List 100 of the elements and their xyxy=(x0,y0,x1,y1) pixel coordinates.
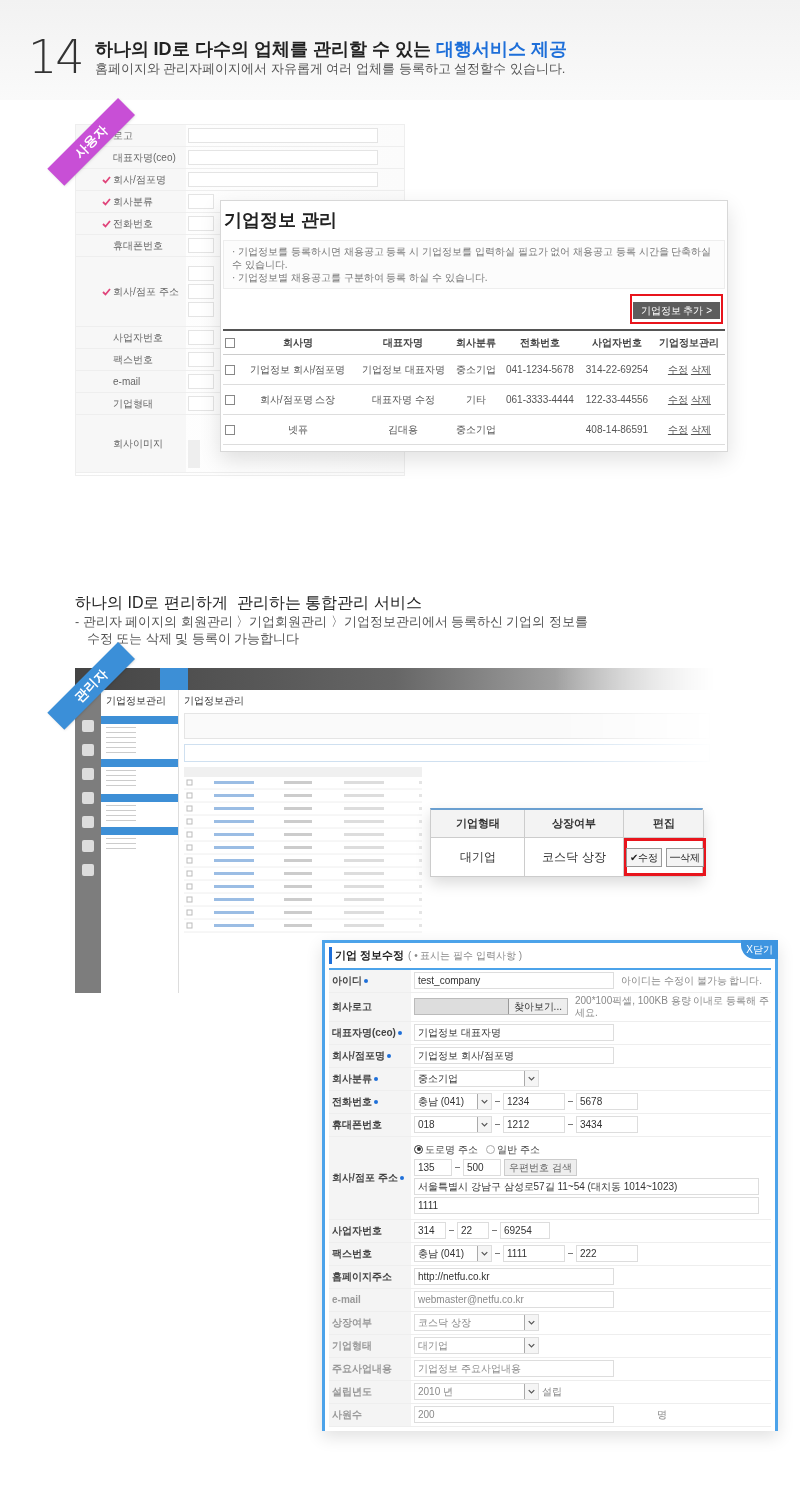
check-icon xyxy=(102,175,111,184)
menu-icon[interactable] xyxy=(82,864,94,876)
table-cell: 041-1234-5678 xyxy=(505,364,574,375)
select-field[interactable]: 2010 년 xyxy=(414,1383,539,1400)
checkbox[interactable] xyxy=(225,364,235,375)
table-cell: 회사/점포명 스장 xyxy=(259,394,336,405)
select-field[interactable]: 대기업 xyxy=(414,1337,539,1354)
form-label: 기업형태 xyxy=(332,1339,372,1353)
input-field[interactable]: 200 xyxy=(414,1406,614,1423)
input-field xyxy=(188,216,214,231)
input-field[interactable]: 5678 xyxy=(576,1093,638,1110)
input-field[interactable]: webmaster@netfu.co.kr xyxy=(414,1291,614,1308)
dash-icon xyxy=(495,1123,500,1126)
check-icon xyxy=(102,287,111,296)
checkbox[interactable] xyxy=(225,337,235,348)
menu-icon[interactable] xyxy=(82,816,94,828)
dash-icon xyxy=(492,1229,497,1232)
form-label: 회사/점포 주소 xyxy=(113,285,179,299)
radio-label[interactable]: 도로명 주소 xyxy=(425,1141,478,1157)
form-label: 전화번호 xyxy=(113,217,153,231)
input-field[interactable]: 1111 xyxy=(414,1196,759,1214)
dash-icon xyxy=(495,1100,500,1103)
table-cell: 김대용 xyxy=(388,424,419,435)
input-field xyxy=(188,396,214,411)
table-cell: 314-22-69254 xyxy=(585,364,649,375)
form-label: 아이디 xyxy=(332,974,362,988)
column-header: 사업자번호 xyxy=(591,337,642,348)
select-field[interactable]: 코스닥 상장 xyxy=(414,1314,539,1331)
edit-link[interactable]: 수정 xyxy=(667,424,688,435)
edit-link[interactable]: 수정 xyxy=(667,364,688,375)
section-number: 14 xyxy=(28,34,83,80)
input-field[interactable]: 기업정보 주요사업내용 xyxy=(414,1360,614,1377)
input-field[interactable]: 1234 xyxy=(503,1093,565,1110)
input-field[interactable]: http://netfu.co.kr xyxy=(414,1268,614,1285)
form-label: 대표자명(ceo) xyxy=(332,1026,396,1040)
form-label: 주요사업내용 xyxy=(332,1362,392,1376)
column-header: 기업형태 xyxy=(455,816,500,832)
service-title: 하나의 ID로 편리하게 관리하는 통합관리 서비스 xyxy=(75,593,422,613)
form-label: 전화번호 xyxy=(332,1095,372,1109)
table-cell: 061-3333-4444 xyxy=(505,394,574,405)
add-company-button[interactable]: 기업정보 추가 > xyxy=(632,302,720,319)
form-label: 회사로고 xyxy=(332,1000,372,1014)
input-field[interactable]: 1212 xyxy=(503,1116,565,1133)
section-title: 하나의 ID로 다수의 업체를 관리할 수 있는 대행서비스 제공 xyxy=(94,38,567,60)
checkbox[interactable] xyxy=(225,424,235,435)
input-field[interactable]: 기업정보 회사/점포명 xyxy=(414,1047,614,1064)
radio-label[interactable]: 일반 주소 xyxy=(496,1141,540,1157)
edit-button[interactable]: ✔수정 xyxy=(626,847,662,867)
dash-icon xyxy=(449,1229,454,1232)
dash-icon xyxy=(568,1100,573,1103)
table-cell: 중소기업 xyxy=(456,364,496,375)
panel-title: 기업정보 관리 xyxy=(223,209,337,232)
dash-icon xyxy=(568,1123,573,1126)
checkbox[interactable] xyxy=(225,394,235,405)
select-field[interactable]: 중소기업 xyxy=(414,1070,539,1087)
column-header: 전화번호 xyxy=(519,337,560,348)
input-field[interactable]: 222 xyxy=(576,1245,638,1262)
form-label: 홈페이지주소 xyxy=(332,1270,392,1284)
delete-link[interactable]: 삭제 xyxy=(690,364,711,375)
radio-button[interactable] xyxy=(485,1144,495,1154)
menu-icon[interactable] xyxy=(82,840,94,852)
select-field[interactable]: 018 xyxy=(414,1116,492,1133)
form-label: 팩스번호 xyxy=(332,1247,372,1261)
input-field[interactable]: 서울특별시 강남구 삼성로57길 11~54 (대치동 1014~1023) xyxy=(414,1177,759,1195)
input-field[interactable]: 기업정보 대표자명 xyxy=(414,1024,614,1041)
select-field[interactable]: 충남 (041) xyxy=(414,1093,492,1110)
table-cell-text: 코스닥 상장 xyxy=(542,849,606,866)
input-field[interactable]: 22 xyxy=(457,1222,489,1239)
menu-icon[interactable] xyxy=(82,792,94,804)
page-title: 기업정보관리 xyxy=(184,694,244,708)
table-cell: 중소기업 xyxy=(456,424,496,435)
table-cell: 기업정보 대표자명 xyxy=(361,364,445,375)
input-field[interactable]: 3434 xyxy=(576,1116,638,1133)
column-header: 기업정보관리 xyxy=(659,337,720,348)
input-field[interactable]: 135 xyxy=(414,1158,452,1176)
column-header: 회사분류 xyxy=(456,337,496,348)
input-field[interactable]: 500 xyxy=(463,1158,501,1176)
delete-link[interactable]: 삭제 xyxy=(690,394,711,405)
form-label: 회사이미지 xyxy=(113,437,163,451)
table-cell: 122-33-44556 xyxy=(585,394,649,405)
form-label: 사업자번호 xyxy=(113,331,163,345)
select-field[interactable]: 충남 (041) xyxy=(414,1245,492,1262)
table-cell-text: 대기업 xyxy=(459,849,496,866)
menu-icon[interactable] xyxy=(82,720,94,732)
input-field[interactable]: 69254 xyxy=(500,1222,550,1239)
menu-icon[interactable] xyxy=(82,768,94,780)
input-field xyxy=(188,266,214,281)
delete-link[interactable]: 삭제 xyxy=(690,424,711,435)
table-cell: 넷퓨 xyxy=(287,424,308,435)
zip-search-button[interactable]: 우편번호 검색 xyxy=(504,1158,577,1176)
input-field[interactable]: 1111 xyxy=(503,1245,565,1262)
file-field[interactable]: 찾아보기... xyxy=(414,998,568,1015)
menu-icon[interactable] xyxy=(82,744,94,756)
input-field[interactable]: test_company xyxy=(414,972,614,989)
form-label: e-mail xyxy=(332,1293,361,1307)
input-field[interactable]: 314 xyxy=(414,1222,446,1239)
edit-link[interactable]: 수정 xyxy=(667,394,688,405)
browse-button[interactable]: 찾아보기... xyxy=(507,999,567,1014)
service-description: - 관리자 페이지의 회원관리 〉기업회원관리 〉기업정보관리에서 등록하신 기업의 정보를 xyxy=(75,614,588,631)
delete-button[interactable]: ━삭제 xyxy=(666,847,704,867)
